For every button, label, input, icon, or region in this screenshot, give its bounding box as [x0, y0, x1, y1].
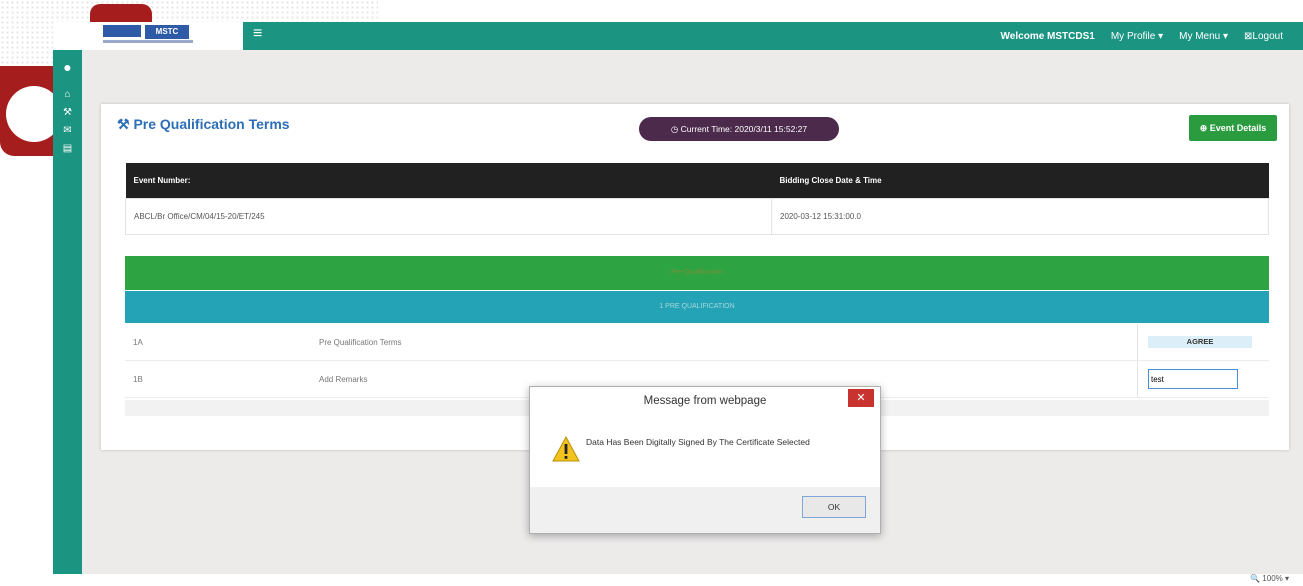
- logo-area: MSTC: [53, 22, 243, 50]
- dialog-title: Message from webpage: [643, 395, 767, 407]
- current-time-text: Current Time: 2020/3/11 15:52:27: [680, 124, 808, 134]
- close-icon[interactable]: ✕: [848, 389, 874, 407]
- my-profile-menu[interactable]: My Profile ▾: [1111, 31, 1163, 42]
- term-action-cell: [1137, 360, 1269, 398]
- table-row: 1A Pre Qualification Terms AGREE: [125, 324, 1269, 361]
- event-details-button[interactable]: ⊕ Event Details: [1189, 115, 1277, 141]
- ok-button[interactable]: OK: [802, 496, 866, 518]
- page-title: ⚒ Pre Qualification Terms: [117, 116, 290, 133]
- page-title-text: Pre Qualification Terms: [133, 116, 290, 132]
- inbox-icon[interactable]: ✉: [53, 124, 82, 138]
- message-dialog: Message from webpage ✕ Data Has Been Dig…: [529, 386, 881, 534]
- welcome-text: Welcome MSTCDS1: [1000, 30, 1095, 42]
- gavel-icon: ⚒: [117, 116, 130, 132]
- top-navbar: ≡ Welcome MSTCDS1 My Profile ▾ My Menu ▾…: [243, 22, 1303, 50]
- pre-qualification-bar: Pre-Qualification: [125, 256, 1269, 290]
- term-action-cell: AGREE: [1137, 324, 1269, 361]
- table-row: ABCL/Br Office/CM/04/15-20/ET/245 2020-0…: [125, 198, 1269, 235]
- logo-left: [103, 25, 141, 37]
- hamburger-icon[interactable]: ≡: [253, 25, 262, 43]
- bidding-close-value: 2020-03-12 15:31:00.0: [771, 198, 1269, 235]
- agree-button[interactable]: AGREE: [1148, 336, 1252, 348]
- term-id: 1B: [125, 360, 311, 398]
- logout-link[interactable]: ⊠Logout: [1244, 31, 1283, 42]
- gavel-icon[interactable]: ⚒: [53, 106, 82, 120]
- top-nav: Welcome MSTCDS1 My Profile ▾ My Menu ▾ ⊠…: [1001, 22, 1283, 50]
- logo-mstc: MSTC: [145, 25, 189, 39]
- warning-icon: [552, 436, 580, 462]
- dialog-message: Data Has Been Digitally Signed By The Ce…: [586, 437, 810, 447]
- section-bar: 1 PRE QUALIFICATION: [125, 291, 1269, 323]
- dialog-button-bar: OK: [530, 487, 880, 533]
- sidebar: ● ⌂ ⚒ ✉ ▤: [53, 50, 82, 574]
- current-time-badge: ◷ Current Time: 2020/3/11 15:52:27: [639, 117, 839, 141]
- clock-icon: ◷: [670, 124, 679, 134]
- my-menu-menu[interactable]: My Menu ▾: [1179, 31, 1228, 42]
- term-label: Pre Qualification Terms: [311, 324, 1138, 361]
- logo-tagline: [103, 40, 193, 43]
- info-icon: ⊕: [1199, 123, 1208, 133]
- event-number-value: ABCL/Br Office/CM/04/15-20/ET/245: [125, 198, 772, 235]
- user-icon[interactable]: ●: [53, 60, 82, 74]
- event-number-header: Event Number:: [125, 163, 772, 199]
- event-details-label: Event Details: [1209, 123, 1267, 133]
- zoom-level[interactable]: 🔍 100% ▾: [1250, 574, 1289, 583]
- home-icon[interactable]: ⌂: [53, 88, 82, 102]
- remarks-input[interactable]: [1148, 369, 1238, 389]
- status-bar: [0, 574, 1303, 586]
- event-table: Event Number: Bidding Close Date & Time …: [125, 163, 1269, 235]
- bidding-close-header: Bidding Close Date & Time: [771, 163, 1269, 199]
- term-id: 1A: [125, 324, 311, 361]
- chart-icon[interactable]: ▤: [53, 142, 82, 156]
